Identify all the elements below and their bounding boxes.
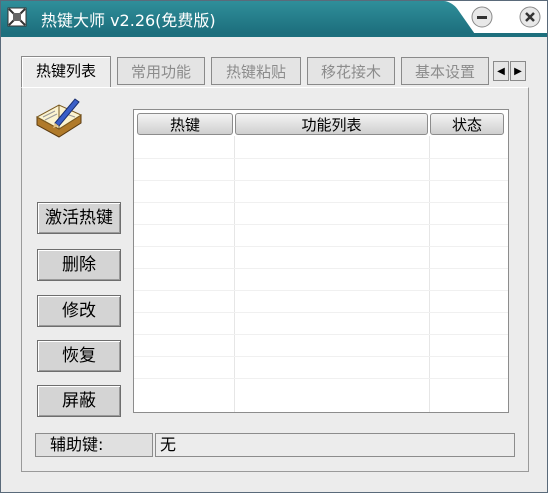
tab-scroll-left-icon[interactable]: ◀ xyxy=(493,61,509,81)
row-divider xyxy=(134,180,508,181)
row-divider xyxy=(134,290,508,291)
book-pen-icon xyxy=(35,98,83,138)
tab-common-functions[interactable]: 常用功能 xyxy=(117,57,205,85)
tab-hotkey-list[interactable]: 热键列表 xyxy=(21,56,111,87)
block-button[interactable]: 屏蔽 xyxy=(37,385,121,417)
column-header-function-list[interactable]: 功能列表 xyxy=(235,113,428,135)
title-bar[interactable]: 热键大师 v2.26(免费版) xyxy=(1,1,547,33)
close-icon[interactable] xyxy=(517,5,543,29)
activate-hotkey-button[interactable]: 激活热键 xyxy=(37,202,121,234)
modifier-key-value: 无 xyxy=(155,433,515,457)
row-divider xyxy=(134,378,508,379)
tab-hotkey-paste[interactable]: 热键粘贴 xyxy=(211,57,301,85)
window-title: 热键大师 v2.26(免费版) xyxy=(41,11,216,30)
row-divider xyxy=(134,356,508,357)
row-divider xyxy=(134,268,508,269)
row-divider xyxy=(134,202,508,203)
tab-basic-settings[interactable]: 基本设置 xyxy=(401,57,489,85)
row-divider xyxy=(134,312,508,313)
minimize-icon[interactable] xyxy=(469,5,495,29)
column-divider xyxy=(234,136,235,412)
main-window: 热键大师 v2.26(免费版) 热键列表 常用功能 热键粘贴 移花接木 基本设置… xyxy=(0,0,548,493)
row-divider xyxy=(134,246,508,247)
hotkey-list-view[interactable]: 热键 功能列表 状态 xyxy=(133,109,509,413)
row-divider xyxy=(134,224,508,225)
modifier-key-label: 辅助键: xyxy=(35,433,153,457)
modify-button[interactable]: 修改 xyxy=(37,295,121,327)
tab-scroll-right-icon[interactable]: ▶ xyxy=(510,61,526,81)
column-header-hotkey[interactable]: 热键 xyxy=(137,113,233,135)
column-header-status[interactable]: 状态 xyxy=(430,113,504,135)
title-divider xyxy=(1,33,547,37)
delete-button[interactable]: 删除 xyxy=(37,249,121,281)
restore-button[interactable]: 恢复 xyxy=(37,340,121,372)
tab-graft[interactable]: 移花接木 xyxy=(307,57,395,85)
row-divider xyxy=(134,158,508,159)
row-divider xyxy=(134,334,508,335)
app-icon xyxy=(7,7,27,27)
column-divider xyxy=(429,136,430,412)
